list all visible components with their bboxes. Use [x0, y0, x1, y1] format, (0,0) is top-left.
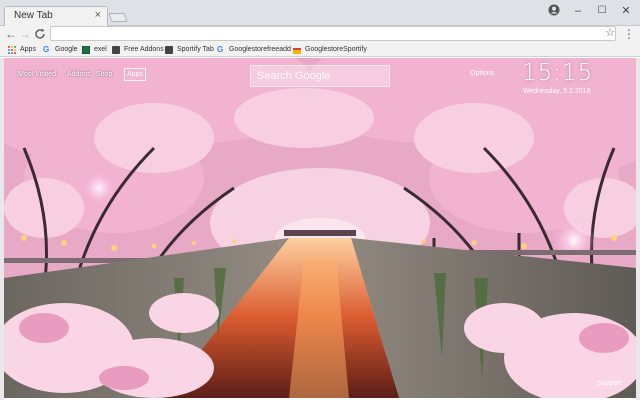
bookmark-label: Google: [55, 46, 78, 53]
google-icon: G: [43, 44, 50, 54]
bookmark-googlestorefreeadd[interactable]: G Googlestorefreeadd: [217, 43, 291, 56]
tab-close-icon[interactable]: ×: [95, 9, 101, 21]
maximize-button[interactable]: ☐: [592, 3, 612, 19]
clock-time: 15:15: [522, 60, 594, 86]
forward-icon[interactable]: →: [18, 27, 32, 41]
most-visited-link[interactable]: Most Visited: [18, 71, 56, 78]
google-icon: G: [217, 44, 224, 54]
reload-icon[interactable]: [33, 27, 47, 41]
bookmark-sportify-tab[interactable]: Sportify Tab: [165, 43, 214, 56]
sportify-icon: [165, 45, 173, 54]
browser-toolbar: ← → ☆ ⋮: [0, 26, 640, 43]
excel-icon: [82, 45, 90, 54]
bookmark-free-addons[interactable]: Free Addons: [112, 43, 164, 56]
clock-date: Wednesday, 5.2.2018: [523, 88, 591, 95]
bookmark-googlestoresportify[interactable]: GooglestoreSportify: [293, 43, 367, 56]
search-placeholder: Search Google: [257, 70, 331, 82]
new-tab-button[interactable]: [108, 13, 128, 22]
bookmark-apps[interactable]: Apps: [8, 43, 36, 56]
apps-button[interactable]: Apps: [124, 68, 146, 81]
window-border-right: [636, 58, 640, 400]
bookmark-label: Googlestorefreeadd: [229, 46, 291, 53]
star-bookmark-icon[interactable]: ☆: [603, 26, 617, 40]
bookmark-exel[interactable]: exel: [82, 43, 107, 56]
address-bar[interactable]: [50, 26, 616, 41]
tab-new-tab[interactable]: New Tab ×: [4, 6, 108, 26]
addons-icon: [112, 45, 120, 54]
cherry-blossom-wallpaper: [4, 58, 636, 398]
shop-link[interactable]: Shop: [96, 71, 112, 78]
support-link[interactable]: Support: [597, 380, 622, 387]
apps-grid-icon: [8, 45, 16, 54]
bookmark-label: Free Addons: [124, 46, 164, 53]
back-icon[interactable]: ←: [4, 27, 18, 41]
bookmark-label: Apps: [20, 46, 36, 53]
minimize-button[interactable]: –: [568, 3, 588, 19]
profile-icon[interactable]: [548, 4, 560, 16]
bookmark-label: GooglestoreSportify: [305, 46, 367, 53]
addons-link[interactable]: Addons: [67, 71, 91, 78]
store-icon: [293, 47, 301, 54]
new-tab-page: Most Visited Addons Shop Apps Search Goo…: [4, 58, 636, 398]
search-input[interactable]: Search Google: [250, 65, 390, 87]
title-bar: New Tab × – ☐ ✕: [0, 0, 640, 26]
close-window-button[interactable]: ✕: [616, 3, 636, 19]
bookmark-google[interactable]: G Google: [43, 43, 78, 56]
bookmark-label: Sportify Tab: [177, 46, 214, 53]
tab-title: New Tab: [14, 10, 53, 21]
bookmarks-bar: Apps G Google exel Free Addons Sportify …: [0, 43, 640, 57]
menu-kebab-icon[interactable]: ⋮: [622, 27, 636, 41]
options-link[interactable]: Options: [470, 70, 494, 77]
bookmark-label: exel: [94, 46, 107, 53]
